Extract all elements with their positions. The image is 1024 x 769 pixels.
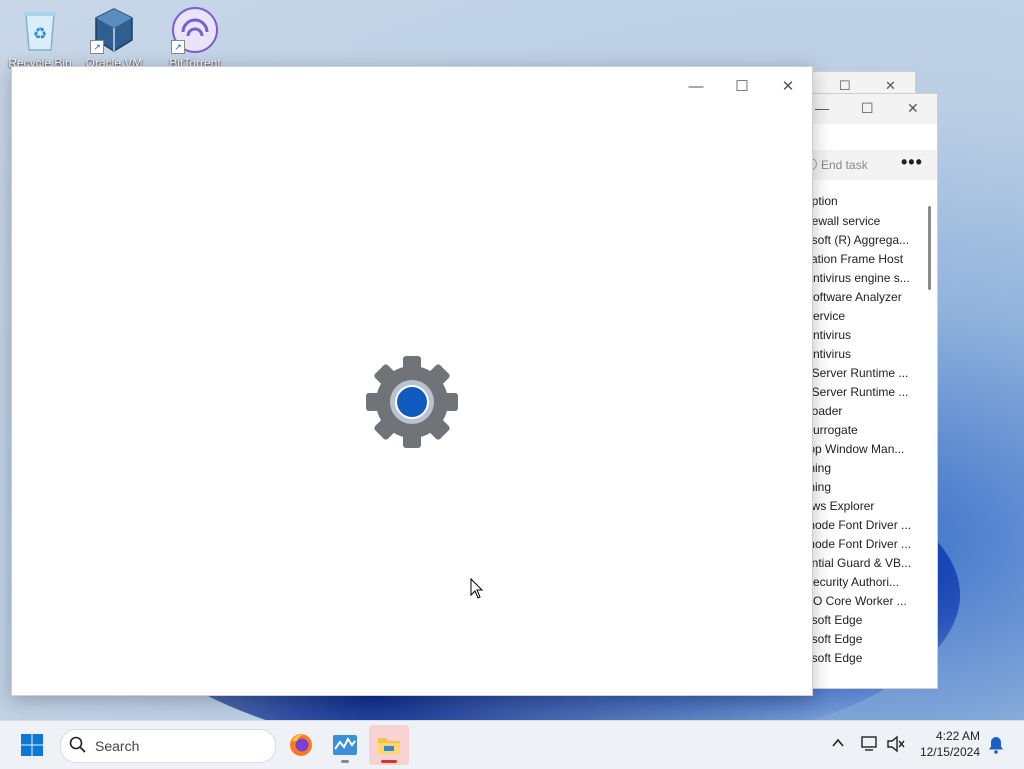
process-row[interactable]: t Server Runtime ... xyxy=(811,364,923,383)
network-icon xyxy=(861,736,877,751)
process-row[interactable]: mode Font Driver ... xyxy=(811,516,923,535)
process-row[interactable]: cation Frame Host xyxy=(811,250,923,269)
task-manager-icon xyxy=(333,735,357,755)
bittorrent-icon: ↗ xyxy=(171,6,219,54)
column-header-description[interactable]: ription xyxy=(811,190,923,212)
process-row[interactable]: top Window Man... xyxy=(811,440,923,459)
process-row[interactable]: Surrogate xyxy=(811,421,923,440)
shortcut-arrow-icon: ↗ xyxy=(171,40,185,54)
process-row[interactable]: osoft Edge xyxy=(811,649,923,668)
process-row[interactable]: Antivirus xyxy=(811,326,923,345)
taskbar-search-box[interactable]: Search xyxy=(60,729,276,763)
process-row[interactable]: t Server Runtime ... xyxy=(811,383,923,402)
process-row[interactable]: Software Analyzer xyxy=(811,288,923,307)
folder-icon xyxy=(378,738,400,754)
maximize-icon[interactable]: ☐ xyxy=(839,78,851,94)
network-status-button[interactable] xyxy=(860,735,880,758)
speaker-muted-icon xyxy=(887,735,905,753)
end-task-button[interactable]: End task xyxy=(811,158,868,172)
process-row[interactable]: ows Explorer xyxy=(811,497,923,516)
scrollbar-thumb[interactable] xyxy=(928,206,931,290)
process-row[interactable]: SO Core Worker ... xyxy=(811,592,923,611)
process-row[interactable]: mode Font Driver ... xyxy=(811,535,923,554)
process-row[interactable]: ential Guard & VB... xyxy=(811,554,923,573)
process-row[interactable]: Service xyxy=(811,307,923,326)
active-indicator xyxy=(381,760,397,763)
process-row[interactable]: osoft Edge xyxy=(811,630,923,649)
search-icon xyxy=(69,736,86,753)
process-row[interactable]: Loader xyxy=(811,402,923,421)
process-row[interactable]: irewall service xyxy=(811,212,923,231)
notifications-button[interactable] xyxy=(988,736,1004,759)
process-row[interactable]: thing xyxy=(811,478,923,497)
desktop-icon-recycle-bin[interactable]: ♻ Recycle Bin xyxy=(0,6,80,70)
minimize-icon[interactable]: — xyxy=(815,100,829,116)
process-row[interactable]: Antivirus engine s... xyxy=(811,269,923,288)
process-row[interactable]: Security Authori... xyxy=(811,573,923,592)
process-row[interactable]: osoft Edge xyxy=(811,611,923,630)
task-manager-toolbar: End task ••• xyxy=(811,150,937,180)
settings-window[interactable]: — ☐ ✕ xyxy=(11,66,813,696)
settings-gear-icon xyxy=(362,352,462,452)
svg-text:♻: ♻ xyxy=(33,26,47,43)
task-manager-titlebar[interactable]: — ☐ ✕ xyxy=(811,94,937,124)
windows-logo-icon xyxy=(21,734,43,756)
recycle-bin-icon: ♻ xyxy=(16,6,64,54)
bell-icon xyxy=(989,737,1003,754)
taskbar-task-manager[interactable] xyxy=(325,725,365,765)
maximize-icon[interactable]: ☐ xyxy=(861,100,874,117)
desktop-icon-virtualbox[interactable]: ↗ Oracle VM xyxy=(74,6,154,70)
mouse-cursor-icon xyxy=(470,577,484,605)
close-icon[interactable]: ✕ xyxy=(885,78,896,94)
task-manager-window[interactable]: — ☐ ✕ End task ••• ription irewall servi… xyxy=(810,93,938,689)
search-placeholder: Search xyxy=(95,738,140,754)
process-row[interactable]: Antivirus xyxy=(811,345,923,364)
more-options-button[interactable]: ••• xyxy=(901,152,923,173)
chevron-up-icon xyxy=(832,738,844,747)
clock-date: 12/15/2024 xyxy=(919,745,980,759)
close-button[interactable]: ✕ xyxy=(766,73,810,101)
virtualbox-icon: ↗ xyxy=(90,6,138,54)
volume-button[interactable] xyxy=(886,735,906,758)
process-row[interactable]: osoft (R) Aggrega... xyxy=(811,231,923,250)
taskbar-firefox[interactable] xyxy=(281,725,321,765)
shortcut-arrow-icon: ↗ xyxy=(90,40,104,54)
taskbar-clock[interactable]: 4:22 AM 12/15/2024 xyxy=(920,728,980,760)
desktop-icon-bittorrent[interactable]: ↗ BitTorrent xyxy=(155,6,235,70)
start-button[interactable] xyxy=(20,733,44,757)
taskbar-file-explorer[interactable] xyxy=(369,725,409,765)
process-list: ription irewall serviceosoft (R) Aggrega… xyxy=(811,190,923,668)
minimize-button[interactable]: — xyxy=(674,73,718,101)
process-row[interactable]: thing xyxy=(811,459,923,478)
taskbar: Search 4:22 AM 12/15/2024 xyxy=(0,720,1024,769)
maximize-button[interactable]: ☐ xyxy=(720,73,764,101)
show-hidden-icons-button[interactable] xyxy=(830,735,846,756)
clock-time: 4:22 AM xyxy=(935,729,980,743)
close-icon[interactable]: ✕ xyxy=(907,100,919,117)
running-indicator xyxy=(341,760,349,763)
firefox-icon xyxy=(290,734,312,756)
